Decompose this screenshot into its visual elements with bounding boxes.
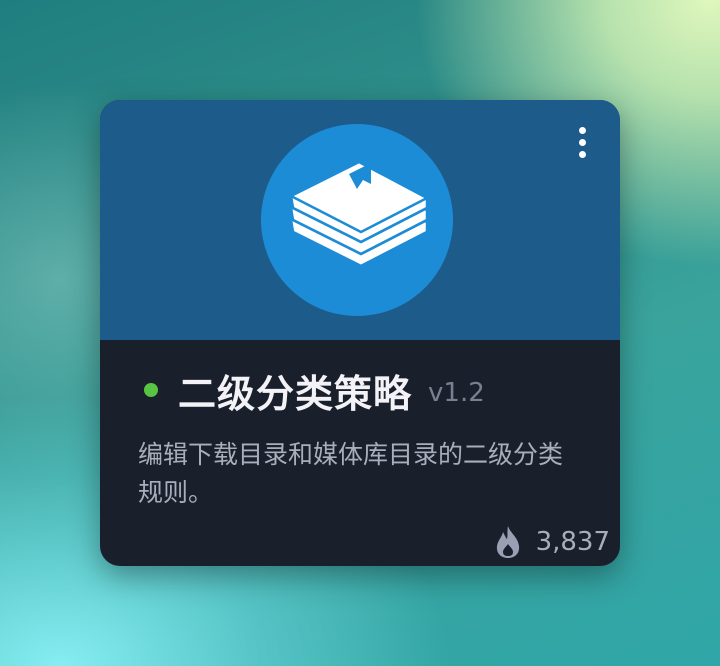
more-vertical-icon-dot xyxy=(578,138,586,146)
version-label: v1.2 xyxy=(428,378,485,408)
more-vertical-icon-dot xyxy=(578,126,586,134)
download-stats: 3,837 xyxy=(494,525,610,559)
more-options-button[interactable] xyxy=(570,122,594,162)
more-vertical-icon-dot xyxy=(578,150,586,158)
download-count: 3,837 xyxy=(535,527,610,557)
status-indicator xyxy=(144,383,158,397)
plugin-card[interactable]: 二级分类策略 v1.2 编辑下载目录和媒体库目录的二级分类规则。 3,837 xyxy=(100,100,620,566)
plugin-title: 二级分类策略 xyxy=(178,371,413,416)
card-header xyxy=(100,100,620,340)
plugin-description: 编辑下载目录和媒体库目录的二级分类规则。 xyxy=(138,440,564,507)
flame-icon xyxy=(496,526,519,558)
title-row: 二级分类策略 v1.2 xyxy=(144,362,485,418)
books-stack-icon xyxy=(261,124,453,316)
